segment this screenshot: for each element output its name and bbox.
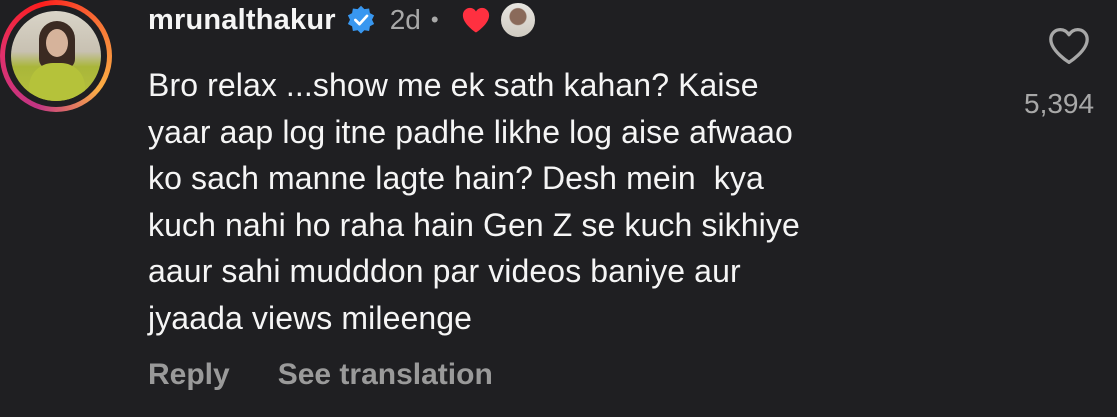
see-translation-button[interactable]: See translation — [278, 358, 493, 392]
comment-actions: Reply See translation — [148, 358, 493, 392]
avatar-body — [29, 63, 85, 101]
like-column: 5,394 — [1024, 26, 1114, 120]
comment-time: 2d — [389, 4, 421, 35]
comment-text: Bro relax ...show me ek sath kahan? Kais… — [148, 67, 800, 336]
author-mini-avatar — [498, 1, 537, 39]
like-count: 5,394 — [1024, 88, 1095, 119]
avatar[interactable] — [11, 11, 101, 101]
comment: mrunalthakur 2d • Bro relax ...show me e… — [0, 0, 1117, 417]
separator-dot: • — [430, 7, 439, 32]
comment-header: mrunalthakur 2d • — [148, 0, 537, 40]
heart-outline-icon[interactable] — [1047, 26, 1091, 66]
avatar-face — [46, 29, 68, 57]
reply-button[interactable]: Reply — [148, 358, 230, 392]
avatar-story-ring[interactable] — [0, 0, 112, 112]
username[interactable]: mrunalthakur — [148, 4, 336, 37]
heart-filled-icon — [461, 6, 491, 34]
verified-badge-icon — [346, 5, 376, 35]
